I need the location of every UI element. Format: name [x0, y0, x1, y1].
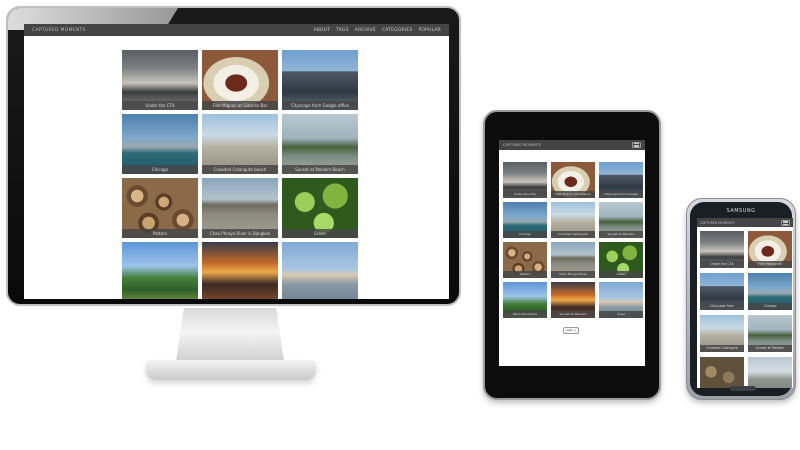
desktop-screen: CAPTURED MOMENTS ABOUT TAGS ARCHIVE CATE… [24, 24, 449, 299]
photo-tile[interactable]: Sunset at Palolem [551, 282, 595, 318]
photo-tile[interactable]: Chao Phraya River [551, 242, 595, 278]
tablet-navbar: CAPTURED MOMENTS [499, 140, 645, 150]
photo-tile[interactable]: Chicago [503, 202, 547, 238]
photo-tile[interactable]: Sunset at Palolem Beach [282, 114, 358, 174]
photo-caption: Green [282, 229, 358, 238]
monitor-base [146, 360, 316, 380]
photo-image [202, 242, 278, 299]
photo-tile[interactable] [700, 357, 744, 388]
photo-tile[interactable]: Crowded Calangute [700, 315, 744, 352]
photo-tile[interactable]: Under the CTA [503, 162, 547, 198]
photo-image [748, 357, 792, 388]
photo-tile[interactable]: Sunset at Palolem [599, 202, 643, 238]
hamburger-menu-icon[interactable] [781, 219, 790, 226]
photo-caption: Green [599, 271, 643, 278]
photo-tile[interactable]: Cityscape from Google office [282, 50, 358, 110]
tablet-device: CAPTURED MOMENTS Under the CTA Filet Mign… [483, 110, 661, 400]
photo-tile[interactable] [122, 242, 198, 299]
photo-caption: Pattern [122, 229, 198, 238]
tablet-photo-grid: Under the CTA Filet Mignon at Gibsons City… [503, 162, 643, 318]
phone-screen: CAPTURED MOMENTS Under the CTA Filet Mign… [697, 218, 793, 388]
phone-device: SAMSUNG CAPTURED MOMENTS Under the CTA Fi… [686, 198, 796, 400]
tablet-site-brand[interactable]: CAPTURED MOMENTS [503, 143, 541, 147]
photo-image [700, 357, 744, 388]
desktop-monitor: CAPTURED MOMENTS ABOUT TAGS ARCHIVE CATE… [6, 6, 461, 306]
monitor-neck [175, 308, 285, 368]
photo-caption: Sunset at Palolem Beach [282, 165, 358, 174]
photo-caption: Chao Phraya River [551, 271, 595, 278]
photo-tile[interactable]: Chicago [748, 273, 792, 310]
photo-tile[interactable]: Chao Phraya River in Bangkok [202, 178, 278, 238]
photo-image [282, 242, 358, 299]
phone-body: SAMSUNG CAPTURED MOMENTS Under the CTA Fi… [690, 202, 793, 396]
photo-tile[interactable]: Green [599, 242, 643, 278]
photo-tile[interactable]: Sunset at Palolem [748, 315, 792, 352]
hamburger-menu-icon[interactable] [632, 142, 641, 148]
nav-tags[interactable]: TAGS [336, 28, 349, 33]
photo-caption: Chao Phraya River in Bangkok [202, 229, 278, 238]
photo-caption: Tatra Mountains [503, 311, 547, 318]
photo-caption: Cityscape from Google office [282, 101, 358, 110]
photo-tile[interactable]: Under the CTA [122, 50, 198, 110]
devices-showcase: CAPTURED MOMENTS ABOUT TAGS ARCHIVE CATE… [0, 0, 800, 450]
nav-archive[interactable]: ARCHIVE [355, 28, 376, 33]
photo-caption: Filet Mignon at Gibsons [551, 191, 595, 198]
photo-caption: Chicago [503, 231, 547, 238]
photo-tile[interactable]: Pattern [503, 242, 547, 278]
photo-tile[interactable]: Under the CTA [700, 231, 744, 268]
photo-image [122, 242, 198, 299]
photo-caption: Chicago [122, 165, 198, 174]
photo-caption: Crowded Calangute [700, 345, 744, 352]
photo-tile[interactable]: Chicago [122, 114, 198, 174]
photo-caption: Under the CTA [122, 101, 198, 110]
photo-caption: Pattern [503, 271, 547, 278]
photo-caption: Filet Mignon at Gibsons Bar [202, 101, 278, 110]
nav-popular[interactable]: POPULAR [419, 28, 441, 33]
photo-tile[interactable]: Cityscape from Google [599, 162, 643, 198]
photo-tile[interactable]: Filet Mignon at Gibsons Bar [202, 50, 278, 110]
photo-caption: Sunset at Palolem [599, 231, 643, 238]
photo-caption: Crowded Calangute [551, 231, 595, 238]
photo-caption: Vrsar [599, 311, 643, 318]
phone-photo-grid: Under the CTA Filet Mignon at Cityscape fr… [700, 231, 792, 388]
photo-caption: Cityscape from [700, 303, 744, 310]
photo-tile[interactable]: Green [282, 178, 358, 238]
photo-tile[interactable]: Cityscape from [700, 273, 744, 310]
photo-caption: Filet Mignon at [748, 261, 792, 268]
phone-brand-logo: SAMSUNG [726, 208, 756, 214]
photo-tile[interactable]: Filet Mignon at Gibsons [551, 162, 595, 198]
desktop-photo-grid: Under the CTA Filet Mignon at Gibsons Bar… [122, 50, 358, 299]
photo-caption: Cityscape from Google [599, 191, 643, 198]
photo-tile[interactable]: Vrsar [599, 282, 643, 318]
photo-tile[interactable] [748, 357, 792, 388]
photo-caption: Chicago [748, 303, 792, 310]
photo-tile[interactable]: Pattern [122, 178, 198, 238]
photo-tile[interactable]: Tatra Mountains [503, 282, 547, 318]
photo-caption: Crowded Calangute beach [202, 165, 278, 174]
photo-caption: Under the CTA [700, 261, 744, 268]
desktop-navbar: CAPTURED MOMENTS ABOUT TAGS ARCHIVE CATE… [24, 24, 449, 36]
phone-site-brand[interactable]: CAPTURED MOMENTS [700, 221, 735, 225]
photo-caption: Sunset at Palolem [748, 345, 792, 352]
photo-caption: Under the CTA [503, 191, 547, 198]
nav-menu: ABOUT TAGS ARCHIVE CATEGORIES POPULAR [313, 28, 441, 33]
photo-caption: Sunset at Palolem [551, 311, 595, 318]
photo-tile[interactable]: Crowded Calangute [551, 202, 595, 238]
nav-about[interactable]: ABOUT [313, 28, 330, 33]
next-page-button[interactable]: next → [563, 327, 579, 334]
tablet-screen: CAPTURED MOMENTS Under the CTA Filet Mign… [499, 140, 645, 366]
phone-home-button[interactable] [730, 386, 756, 391]
phone-navbar: CAPTURED MOMENTS [697, 218, 793, 227]
site-brand[interactable]: CAPTURED MOMENTS [32, 28, 86, 33]
photo-tile[interactable] [282, 242, 358, 299]
nav-categories[interactable]: CATEGORIES [382, 28, 413, 33]
photo-tile[interactable]: Filet Mignon at [748, 231, 792, 268]
photo-tile[interactable]: Crowded Calangute beach [202, 114, 278, 174]
photo-tile[interactable] [202, 242, 278, 299]
